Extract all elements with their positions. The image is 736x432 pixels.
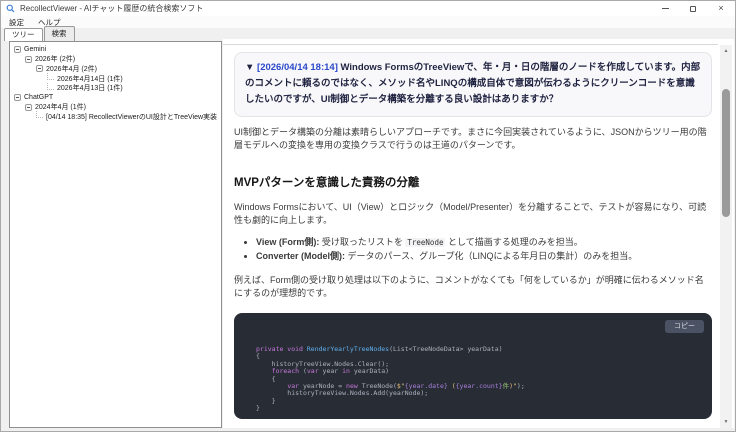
- tree-node[interactable]: 2026年 (2件): [10, 55, 221, 65]
- history-tree-panel[interactable]: Gemini 2026年 (2件) 2026年4月 (2件) 2026年4月14日 (…: [9, 41, 222, 428]
- text-segment: 受け取ったリストを: [319, 237, 406, 247]
- vertical-scrollbar[interactable]: ▲ ▼: [720, 45, 732, 428]
- text-segment: として描画する処理のみを担当。: [445, 237, 583, 247]
- tree-node-label: [04/14 18:35] RecollectViewerのUI設計とTreeV…: [46, 113, 218, 121]
- maximize-icon: [690, 5, 696, 12]
- answer-paragraph-3: 例えば、Form側の受け取り処理は以下のように、コメントがなくても「何をしている…: [234, 275, 704, 298]
- panel-divider: [223, 44, 718, 45]
- text-segment: TreeNode: [405, 238, 446, 247]
- tree-node-label: 2026年 (2件): [35, 56, 76, 64]
- text-segment: RenderYearlyTreeNodes: [306, 345, 390, 353]
- title-bar[interactable]: RecollectViewer - AIチャット履歴の統合検索ソフト ×: [1, 1, 735, 16]
- collapse-icon[interactable]: [36, 65, 43, 73]
- collapse-icon[interactable]: [14, 46, 21, 54]
- code-listing: private void RenderYearlyTreeNodes(List<…: [256, 345, 712, 413]
- collapse-icon[interactable]: [14, 94, 21, 102]
- section-heading: MVPパターンを意識した責務の分離: [234, 177, 420, 189]
- question-card[interactable]: ▼ [2026/04/14 18:14] Windows FormsのTreeV…: [234, 52, 712, 117]
- window-title: RecollectViewer - AIチャット履歴の統合検索ソフト: [20, 4, 204, 13]
- list-item: Converter (Model側): データのパース、グループ化（LINQによ…: [256, 250, 712, 264]
- tree-node-label: Gemini: [24, 46, 47, 54]
- code-line: }: [256, 397, 712, 405]
- text-segment: year: [318, 367, 343, 376]
- close-icon: ×: [718, 3, 724, 13]
- menu-item-設定[interactable]: 設定: [9, 17, 24, 28]
- code-line: }: [256, 405, 712, 412]
- tree-node[interactable]: Gemini: [10, 45, 221, 55]
- responsibility-list: View (Form側): 受け取ったリストを TreeNode として描画する…: [256, 236, 712, 263]
- code-line: foreach (var year in yearData): [256, 368, 712, 375]
- text-segment: );: [516, 382, 525, 391]
- tab-ツリー[interactable]: ツリー: [4, 28, 43, 41]
- tree-branch-line: [47, 73, 54, 81]
- tree-node[interactable]: 2026年4月 (2件): [10, 64, 221, 74]
- text-segment: (List<TreeNodeData> yearData): [389, 345, 503, 353]
- tree-node-label: ChatGPT: [24, 94, 54, 102]
- list-item: View (Form側): 受け取ったリストを TreeNode として描画する…: [256, 236, 712, 250]
- app-window: RecollectViewer - AIチャット履歴の統合検索ソフト × 設定ヘ…: [0, 0, 736, 432]
- tree-node[interactable]: [04/14 18:35] RecollectViewerのUI設計とTreeV…: [10, 111, 221, 122]
- code-line: historyTreeView.Nodes.Add(yearNode);: [256, 390, 712, 397]
- maximize-button[interactable]: [679, 1, 707, 16]
- text-segment: データのパース、グループ化（LINQによる年月日の集計）のみを担当。: [345, 250, 638, 261]
- scroll-down-icon[interactable]: ▼: [720, 416, 732, 428]
- code-line: private void RenderYearlyTreeNodes(List<…: [256, 345, 712, 353]
- code-block: コピー private void RenderYearlyTreeNodes(L…: [234, 313, 712, 419]
- scrollbar-thumb[interactable]: [722, 89, 730, 217]
- minimize-icon: [661, 8, 669, 9]
- text-segment: private void: [256, 345, 307, 353]
- text-segment: historyTreeView.Nodes.Add(yearNode);: [256, 389, 429, 398]
- answer-paragraph-2: Windows Formsにおいて、UI（View）とロジック（Model/Pr…: [234, 202, 707, 225]
- text-segment: (: [299, 367, 307, 376]
- magnifier-app-icon: [6, 4, 15, 13]
- detail-panel: ▼ [2026/04/14 18:14] Windows FormsのTreeV…: [223, 39, 734, 430]
- text-segment: )": [509, 382, 517, 391]
- text-segment: (: [447, 382, 456, 391]
- tree-branch-line: [47, 82, 54, 90]
- tab-検索[interactable]: 検索: [43, 26, 75, 41]
- question-text: ▼ [2026/04/14 18:14] Windows FormsのTreeV…: [245, 60, 701, 108]
- text-segment: {year.count}: [455, 382, 503, 391]
- tree-node[interactable]: ChatGPT: [10, 93, 221, 103]
- text-segment: View (Form側):: [256, 237, 320, 247]
- question-timestamp: [2026/04/14 18:14]: [257, 62, 338, 73]
- text-segment: }: [256, 404, 260, 413]
- text-segment: in: [342, 367, 350, 376]
- scroll-up-icon[interactable]: ▲: [720, 45, 732, 57]
- chat-content: ▼ [2026/04/14 18:14] Windows FormsのTreeV…: [234, 52, 712, 430]
- tree-node[interactable]: 2026年4月13日 (1件): [10, 82, 221, 93]
- text-segment: Converter (Model側):: [256, 250, 346, 261]
- text-segment: var: [306, 367, 319, 376]
- collapse-icon[interactable]: [25, 55, 32, 63]
- close-button[interactable]: ×: [707, 1, 735, 16]
- collapse-icon[interactable]: [25, 103, 32, 111]
- minimize-button[interactable]: [651, 1, 679, 16]
- tree-branch-line: [36, 111, 43, 119]
- tree-node-label: 2026年4月13日 (1件): [57, 85, 123, 93]
- tree-node-label: 2026年4月14日 (1件): [57, 75, 123, 83]
- tree-node[interactable]: 2026年4月14日 (1件): [10, 73, 221, 84]
- text-segment: yearData): [349, 367, 390, 376]
- copy-code-button[interactable]: コピー: [665, 320, 704, 333]
- answer-paragraph-1: UI制御とデータ構築の分離は素晴らしいアプローチです。まさに今回実装されているよ…: [234, 127, 707, 150]
- collapse-marker-icon[interactable]: ▼: [245, 62, 257, 73]
- menu-bar: 設定 ヘルプ: [1, 16, 735, 28]
- window-frame-bottom: [1, 428, 735, 431]
